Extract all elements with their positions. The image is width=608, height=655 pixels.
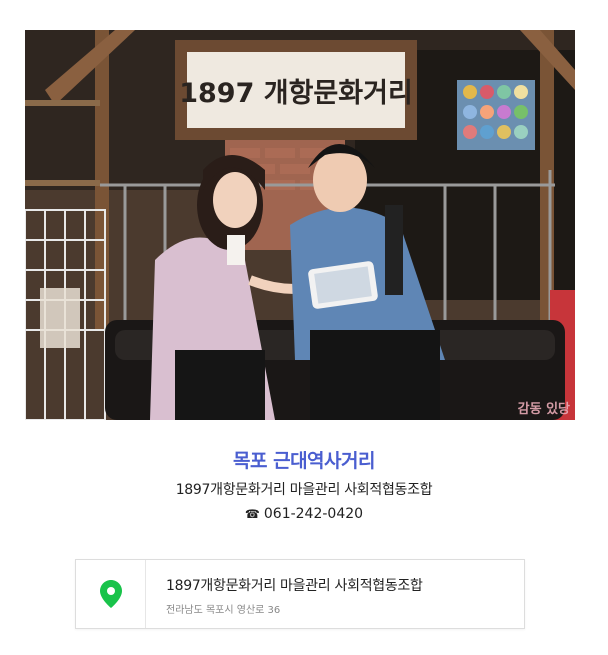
map-text-block: 1897개항문화거리 마을관리 사회적협동조합 전라남도 목포시 영산로 36 (146, 560, 423, 628)
map-location-card[interactable]: 1897개항문화거리 마을관리 사회적협동조합 전라남도 목포시 영산로 36 (75, 559, 525, 629)
telephone-icon: ☎ (244, 507, 260, 521)
map-place-name[interactable]: 1897개항문화거리 마을관리 사회적협동조합 (166, 575, 423, 595)
map-pin-icon (99, 580, 122, 608)
place-phone-number[interactable]: 061-242-0420 (264, 506, 363, 522)
map-pin-box (76, 560, 146, 628)
place-title: 목포 근대역사거리 (233, 450, 375, 472)
hero-photo: 1897 개항문화거리 감동 있당 (25, 30, 575, 420)
sign-text: 1897 개항문화거리 (179, 78, 413, 109)
hero-photo-illustration: 1897 개항문화거리 감동 있당 (25, 30, 575, 420)
place-organization: 1897개항문화거리 마을관리 사회적협동조합 (175, 482, 433, 498)
photo-watermark: 감동 있당 (518, 401, 570, 417)
place-phone-row[interactable]: ☎ 061-242-0420 (0, 506, 608, 522)
map-address: 전라남도 목포시 영산로 36 (166, 605, 281, 616)
